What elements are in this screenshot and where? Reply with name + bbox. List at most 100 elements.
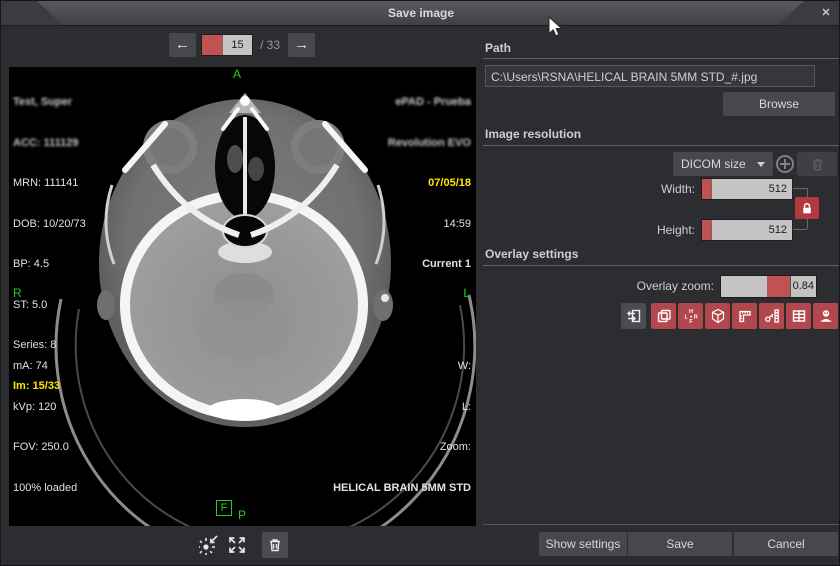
window-value: W: (333, 360, 471, 374)
mrn: MRN: 111141 (13, 177, 86, 191)
measurements-toggle[interactable] (759, 303, 784, 329)
ruler-square-toggle[interactable] (732, 303, 757, 329)
loaded-status: 100% loaded (13, 482, 77, 496)
orientation-letters-icon: H L R F (683, 308, 699, 324)
close-button[interactable]: ✕ (818, 5, 834, 21)
fit-to-window-button[interactable] (226, 534, 248, 556)
total-images-label: / 33 (260, 38, 280, 52)
path-section-header: Path (485, 41, 511, 55)
grid-overlay-toggle[interactable] (786, 303, 811, 329)
slider-fill (202, 35, 223, 55)
ct-image-viewport: Test, Super ACC: 111129 MRN: 111141 DOB:… (9, 67, 476, 526)
study-time: 14:59 (388, 218, 471, 232)
export-overlays-toggle[interactable] (621, 303, 646, 329)
browse-button[interactable]: Browse (723, 92, 835, 116)
orientation-letters-toggle[interactable]: H L R F (678, 303, 703, 329)
path-section-rule (483, 58, 839, 59)
cancel-button[interactable]: Cancel (734, 532, 838, 556)
delete-preset-button[interactable] (797, 152, 837, 176)
grid-overlay-icon (791, 308, 807, 324)
orientation-feet: F (216, 500, 232, 516)
chevron-down-icon (757, 162, 765, 167)
acquisition-info-overlay: mA: 74 kVp: 120 FOV: 250.0 100% loaded (13, 333, 77, 522)
image-navigation: ← 15 / 33 → (169, 33, 315, 57)
add-preset-icon (780, 159, 790, 169)
add-preset-button[interactable] (776, 155, 794, 173)
ruler-square-icon (737, 308, 753, 324)
export-overlays-icon (626, 308, 642, 324)
width-slider-fill (702, 179, 712, 199)
delete-image-button[interactable] (262, 532, 288, 558)
save-image-dialog: Save image ✕ ← 15 / 33 → (0, 0, 840, 566)
st: ST: 5.0 (13, 299, 86, 313)
delete-preset-icon (810, 157, 825, 172)
measurements-icon (764, 308, 780, 324)
auto-window-level-icon (198, 535, 218, 555)
overlay-zoom-track (721, 276, 767, 297)
current-label: Current 1 (388, 258, 471, 272)
resolution-section-header: Image resolution (485, 127, 581, 141)
lock-icon (801, 202, 813, 215)
overlay-zoom-label: Overlay zoom: (601, 279, 714, 293)
footer-rule (483, 524, 840, 525)
orientation-letter-top: H (689, 309, 693, 315)
save-button[interactable]: Save (628, 532, 732, 556)
kvp-value: kVp: 120 (13, 401, 77, 415)
show-settings-button[interactable]: Show settings (539, 532, 627, 556)
orientation-posterior: P (238, 509, 246, 521)
orientation-letter-bottom: F (689, 319, 693, 324)
current-image-number: 15 (223, 35, 252, 55)
ma-value: mA: 74 (13, 360, 77, 374)
orientation-left: L (463, 287, 470, 299)
height-field[interactable]: 512 (701, 219, 793, 241)
fit-to-window-icon (227, 535, 247, 555)
lock-bracket-bottom (793, 229, 807, 230)
study-date: 07/05/18 (388, 177, 471, 191)
orientation-letter-right: R (693, 314, 697, 320)
resolution-section-rule (483, 145, 839, 146)
bp: BP: 4.5 (13, 258, 86, 272)
width-field[interactable]: 512 (701, 178, 793, 200)
dob: DOB: 10/20/73 (13, 218, 86, 232)
orientation-anterior: A (233, 68, 241, 80)
overlay-section-header: Overlay settings (485, 247, 578, 261)
patient-name: Test, Super (13, 96, 86, 110)
height-value: 512 (712, 220, 792, 240)
overlay-toggle-row: H L R F (621, 303, 838, 329)
height-label: Height: (601, 223, 695, 237)
next-image-button[interactable]: → (288, 33, 315, 57)
display-info-overlay: W: L: Zoom: HELICAL BRAIN 5MM STD (333, 333, 471, 522)
zoom-value: Zoom: (333, 441, 471, 455)
auto-window-level-button[interactable] (197, 534, 219, 556)
overlay-zoom-fill (767, 276, 791, 297)
orientation-right: R (13, 287, 22, 299)
resolution-preset-dropdown[interactable]: DICOM size (673, 152, 773, 176)
orientation-cube-icon (710, 308, 726, 324)
scanner-model: Revolution EVO (388, 137, 471, 151)
orientation-letter-left: L (684, 314, 688, 320)
fov-value: FOV: 250.0 (13, 441, 77, 455)
dialog-title: Save image (388, 6, 454, 20)
overlay-frames-toggle[interactable] (651, 303, 676, 329)
titlebar: Save image ✕ (1, 1, 840, 26)
institution: ePAD - Prueba (388, 96, 471, 110)
titlebar-tab: Save image (1, 1, 840, 25)
save-path-input[interactable]: C:\Users\RSNA\HELICAL BRAIN 5MM STD_#.jp… (485, 65, 815, 87)
overlay-frames-icon (656, 308, 672, 324)
accession-number: ACC: 111129 (13, 137, 86, 151)
viewer-toolbar (9, 531, 476, 559)
overlay-zoom-slider[interactable]: 0.84 (720, 275, 817, 298)
lock-bracket-top (793, 188, 807, 189)
width-value: 512 (712, 179, 792, 199)
level-value: L: (333, 401, 471, 415)
overlay-section-rule (483, 265, 839, 266)
previous-image-button[interactable]: ← (169, 33, 196, 57)
orientation-cube-toggle[interactable] (705, 303, 730, 329)
study-info-overlay: ePAD - Prueba Revolution EVO 07/05/18 14… (388, 69, 471, 299)
patient-info-icon (818, 308, 834, 324)
aspect-ratio-lock-button[interactable] (795, 197, 819, 219)
width-label: Width: (601, 182, 695, 196)
patient-info-toggle[interactable] (813, 303, 838, 329)
image-index-slider[interactable]: 15 (201, 34, 253, 56)
series-description: HELICAL BRAIN 5MM STD (333, 482, 471, 496)
